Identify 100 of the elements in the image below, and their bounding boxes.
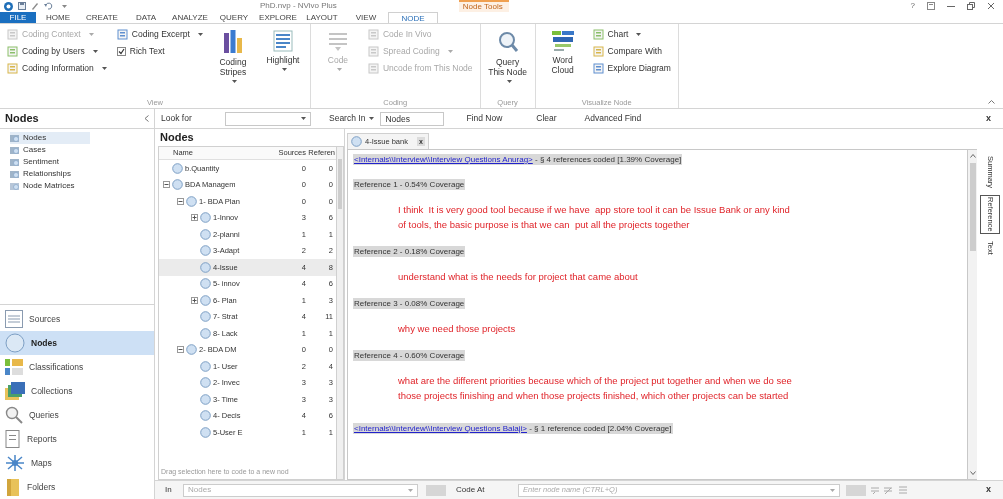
search-in-label: Search In xyxy=(329,112,366,125)
checkbox[interactable] xyxy=(116,47,126,56)
node-icon xyxy=(186,195,197,207)
ribbon-tab[interactable]: HOME xyxy=(36,12,80,23)
ribbon-button[interactable]: Chart xyxy=(588,26,675,43)
ribbon-tab[interactable]: NODE xyxy=(388,12,438,23)
scroll-down-icon[interactable] xyxy=(969,470,976,476)
document-icon xyxy=(592,29,604,40)
stripes-icon xyxy=(221,30,244,54)
node-icon xyxy=(200,278,211,290)
ribbon-tab[interactable]: ANALYZE xyxy=(168,12,212,23)
look-for-field[interactable] xyxy=(225,111,311,126)
uncode-icon[interactable] xyxy=(883,485,893,495)
ribbon-button[interactable]: Compare With xyxy=(588,43,675,60)
document-icon xyxy=(367,63,379,74)
node-icon xyxy=(186,344,197,356)
node-icon xyxy=(351,136,362,147)
navigation-button[interactable]: Sources xyxy=(0,307,154,331)
ribbon-tab[interactable]: EXPLORE xyxy=(256,12,300,23)
node-icon xyxy=(200,393,211,405)
ribbon-options-icon[interactable] xyxy=(927,2,935,10)
scrollbar[interactable] xyxy=(337,146,344,480)
ribbon-button[interactable]: Explore Diagram xyxy=(588,60,675,77)
expand-icon[interactable] xyxy=(191,296,198,304)
window-title: PhD.nvp - NVivo Plus xyxy=(260,0,337,12)
navigation-button[interactable]: Reports xyxy=(0,427,154,451)
ribbon-large-button[interactable]: Coding Stripes xyxy=(208,26,257,83)
reference-label: Reference 4 - 0.60% Coverage xyxy=(353,350,466,361)
ribbon-large-button[interactable]: Word Cloud xyxy=(538,26,587,75)
ribbon-tab[interactable]: FILE xyxy=(0,12,36,23)
scrollbar[interactable] xyxy=(968,149,977,480)
reference-label: Reference 3 - 0.08% Coverage xyxy=(353,298,466,309)
search-in-field[interactable]: Nodes xyxy=(380,111,445,126)
caret-icon xyxy=(301,117,306,120)
ribbon-large-button[interactable]: Highlight xyxy=(258,26,307,71)
pane-title: Nodes xyxy=(5,111,39,127)
node-icon xyxy=(200,360,211,372)
help-button[interactable]: ? xyxy=(910,0,915,12)
code-at-label: Code At xyxy=(456,484,486,496)
coded-text: why we need those projects xyxy=(398,322,517,336)
save-icon[interactable] xyxy=(18,2,26,10)
document-icon xyxy=(592,63,604,74)
ribbon-tab[interactable]: LAYOUT xyxy=(300,12,344,23)
grid-icon xyxy=(5,359,23,375)
contextual-tab-label: Node Tools xyxy=(458,0,509,12)
restore-icon[interactable] xyxy=(967,2,975,10)
sidebar-item[interactable]: Nodes xyxy=(10,132,90,144)
navigation-button[interactable]: Collections xyxy=(0,379,154,403)
collapse-icon[interactable] xyxy=(163,181,170,189)
document-icon xyxy=(116,29,128,40)
ribbon-large-button[interactable]: Query This Node xyxy=(483,26,532,83)
find-now-button[interactable]: Find Now xyxy=(462,112,507,125)
navigation-button[interactable]: Classifications xyxy=(0,355,154,379)
ribbon-tab[interactable]: CREATE xyxy=(80,12,124,23)
document-icon xyxy=(7,29,18,40)
pencil-icon[interactable] xyxy=(31,2,39,10)
node-icon xyxy=(200,261,211,273)
check-icon xyxy=(117,48,125,55)
sidebar-item[interactable]: Sentiment xyxy=(10,156,90,168)
collapse-icon[interactable] xyxy=(177,197,184,205)
collapse-icon[interactable] xyxy=(177,346,184,354)
list-title: Nodes xyxy=(159,130,195,145)
sidebar-item[interactable]: Node Matrices xyxy=(10,180,90,192)
close-icon[interactable] xyxy=(987,2,995,10)
sidebar-item[interactable]: Relationships xyxy=(10,168,90,180)
ribbon-button[interactable]: Coding by Users xyxy=(3,43,111,60)
reference-label: Reference 1 - 0.54% Coverage xyxy=(353,179,466,190)
document-icon xyxy=(5,310,23,328)
close-button[interactable]: x xyxy=(986,111,991,126)
advanced-find-button[interactable]: Advanced Find xyxy=(580,112,646,125)
magnifier-icon xyxy=(496,30,519,54)
node-icon xyxy=(200,311,211,323)
collapse-pane-icon[interactable] xyxy=(144,115,149,122)
source-link[interactable]: <Internals\\Interview\\Interview Questions Anurag> xyxy=(354,155,533,164)
navigation-button[interactable]: Nodes xyxy=(0,331,154,355)
clear-button[interactable]: Clear xyxy=(532,112,561,125)
navigation-button[interactable]: Folders xyxy=(0,475,154,499)
code-color-swatch[interactable] xyxy=(426,484,446,496)
ribbon-tab[interactable]: DATA xyxy=(124,12,168,23)
caret-icon xyxy=(62,4,67,8)
stack-icon xyxy=(5,382,25,400)
sidebar-item[interactable]: Cases xyxy=(10,144,90,156)
ribbon-tab[interactable]: QUERY xyxy=(212,12,256,23)
navigation-button[interactable]: Maps xyxy=(0,451,154,475)
ribbon-button[interactable]: Coding Excerpt xyxy=(112,26,207,43)
code-icon xyxy=(326,30,349,52)
navigation-button[interactable]: Queries xyxy=(0,403,154,427)
node-icon xyxy=(200,212,211,224)
node-icon xyxy=(200,294,211,306)
source-link[interactable]: <Internals\\Interview\\Interview Questions Balaji> xyxy=(354,424,527,433)
ribbon-tab[interactable]: VIEW xyxy=(344,12,388,23)
close-button[interactable]: x xyxy=(986,483,991,497)
checkbox-label: Rich Text xyxy=(129,45,165,58)
undo-icon[interactable] xyxy=(44,2,53,10)
scroll-up-icon[interactable] xyxy=(969,153,976,159)
caret-icon xyxy=(369,117,375,120)
collapse-ribbon-icon[interactable] xyxy=(988,99,995,104)
expand-icon[interactable] xyxy=(191,214,198,222)
ribbon-button[interactable]: Coding Information xyxy=(3,60,111,77)
document-icon xyxy=(7,63,18,74)
